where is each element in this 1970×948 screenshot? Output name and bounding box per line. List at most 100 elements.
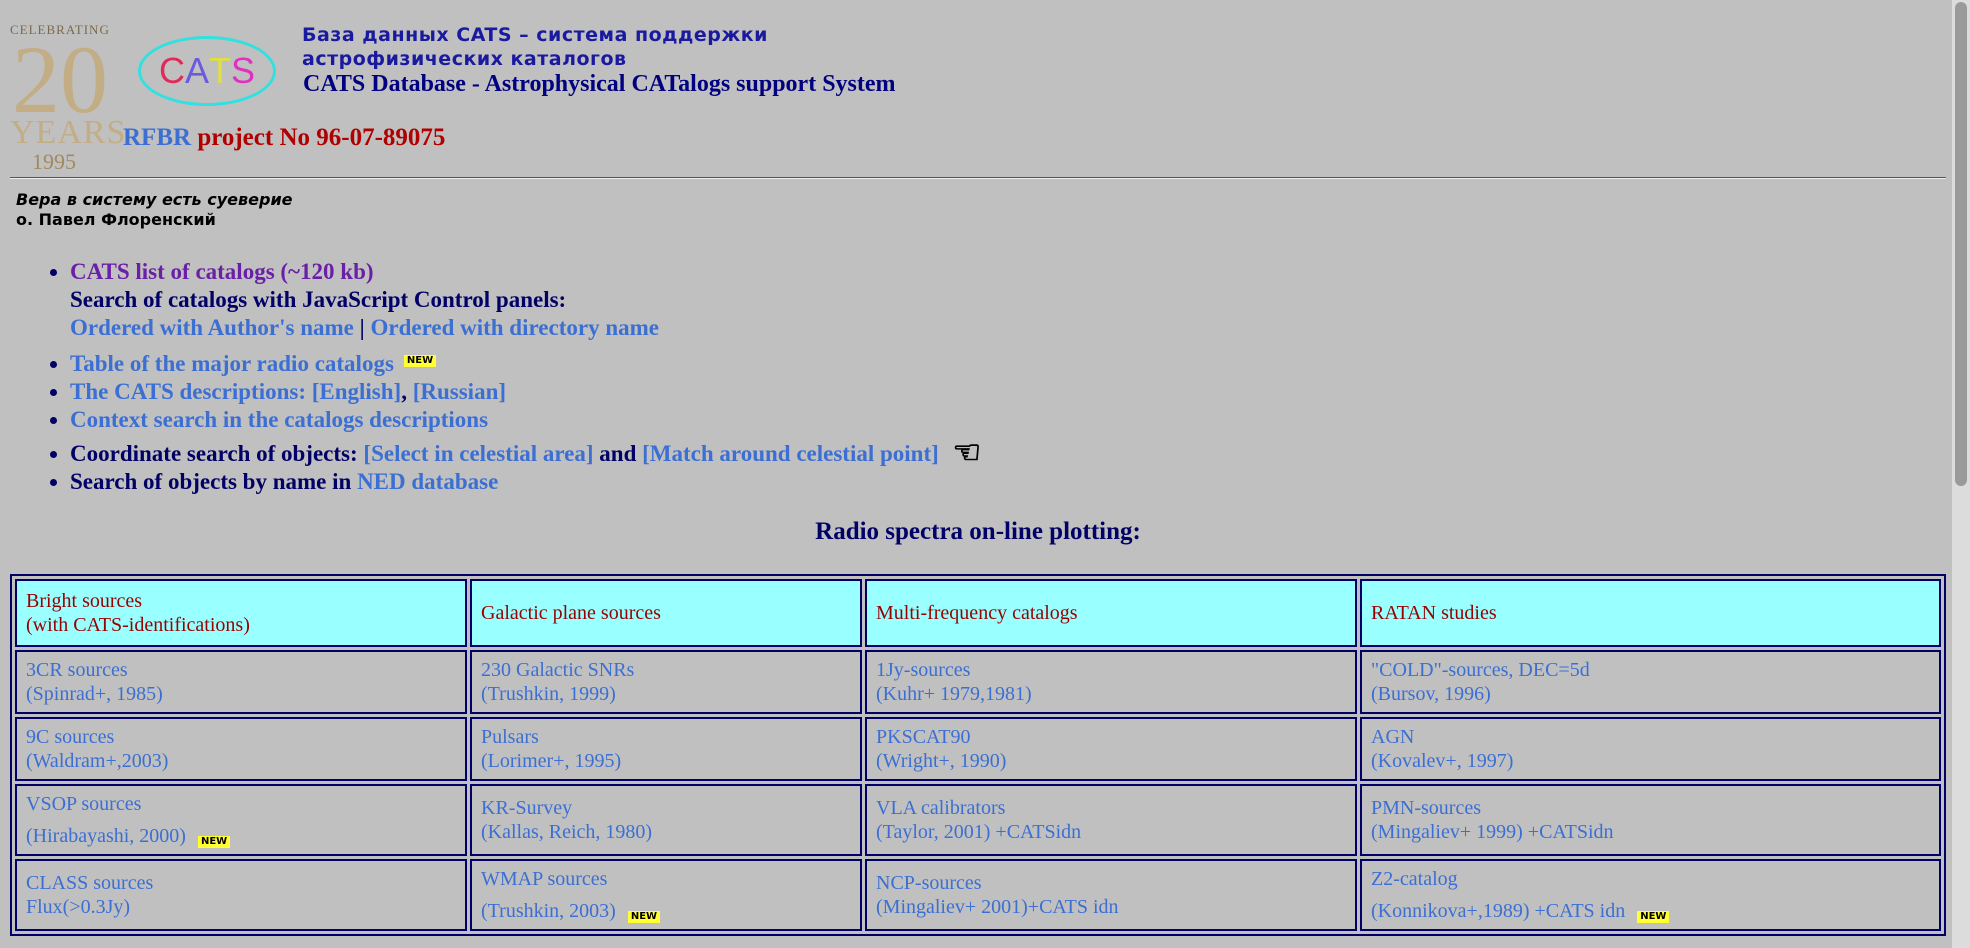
cell-link[interactable]: (Kuhr+ 1979,1981) [876, 683, 1032, 705]
table-row: CLASS sources Flux(>0.3Jy) WMAP sources (T… [15, 859, 1941, 931]
cats-logo-letter-c: C [158, 50, 185, 91]
header-line: Galactic plane sources [481, 602, 661, 624]
table-cell[interactable]: AGN (Kovalev+, 1997) [1360, 717, 1941, 781]
new-badge-icon: NEW [403, 355, 437, 367]
table-cell[interactable]: 3CR sources (Spinrad+, 1985) [15, 650, 467, 714]
cell-link[interactable]: PMN-sources [1371, 797, 1481, 819]
russian-title-line1: База данных CATS – система поддержки [302, 24, 768, 46]
cell-link[interactable]: (Trushkin, 2003) [481, 900, 616, 922]
table-header-row: Bright sources (with CATS-identifications… [15, 579, 1941, 647]
cell-link[interactable]: VLA calibrators [876, 797, 1005, 819]
cats-logo[interactable]: CATS [138, 36, 276, 106]
cell-link[interactable]: VSOP sources [26, 793, 141, 815]
table-row: VSOP sources (Hirabayashi, 2000) NEW KR-Su… [15, 784, 1941, 856]
cell-link[interactable]: 3CR sources [26, 659, 128, 681]
header-line: Multi-frequency catalogs [876, 602, 1078, 624]
cats-logo-letter-s: S [231, 50, 256, 91]
cell-link[interactable]: KR-Survey [481, 797, 572, 819]
menu-item-coordinate-search: Coordinate search of objects: [Select in… [70, 434, 1470, 470]
table-cell[interactable]: 230 Galactic SNRs (Trushkin, 1999) [470, 650, 862, 714]
logo-years-text: YEARS [10, 114, 127, 151]
cell-link[interactable]: "COLD"-sources, DEC=5d [1371, 659, 1590, 681]
english-title: CATS Database - Astrophysical CATalogs s… [303, 71, 896, 97]
cell-link[interactable]: (Taylor, 2001) +CATSidn [876, 821, 1081, 843]
ordered-directory-link[interactable]: Ordered with directory name [370, 315, 659, 340]
russian-title: База данных CATS – система поддержки аст… [302, 23, 768, 71]
separator: | [359, 315, 365, 340]
cell-link[interactable]: WMAP sources [481, 868, 607, 890]
header-divider [10, 177, 1946, 179]
logo-year: 1995 [32, 149, 76, 174]
table-cell[interactable]: VLA calibrators (Taylor, 2001) +CATSidn [865, 784, 1357, 856]
ned-database-link[interactable]: NED database [357, 469, 498, 494]
cell-link[interactable]: 9C sources [26, 726, 114, 748]
cell-link[interactable]: PKSCAT90 [876, 726, 970, 748]
table-cell[interactable]: WMAP sources (Trushkin, 2003) NEW [470, 859, 862, 931]
cell-link[interactable]: (Kovalev+, 1997) [1371, 750, 1513, 772]
cell-link[interactable]: 230 Galactic SNRs [481, 659, 634, 681]
cell-link[interactable]: (Trushkin, 1999) [481, 683, 616, 705]
table-cell[interactable]: 9C sources (Waldram+,2003) [15, 717, 467, 781]
cell-link[interactable]: NCP-sources [876, 872, 982, 894]
menu-item-major-radio: Table of the major radio catalogs NEW [70, 350, 1470, 378]
table-cell[interactable]: 1Jy-sources (Kuhr+ 1979,1981) [865, 650, 1357, 714]
cell-link[interactable]: (Wright+, 1990) [876, 750, 1006, 772]
russian-descriptions-link[interactable]: [Russian] [413, 379, 506, 404]
cell-link[interactable]: Flux(>0.3Jy) [26, 896, 130, 918]
header-line: RATAN studies [1371, 602, 1497, 624]
cell-link[interactable]: 1Jy-sources [876, 659, 970, 681]
catalog-list-link[interactable]: CATS list of catalogs (~120 kb) [70, 259, 374, 284]
context-search-link[interactable]: Context search in the catalogs descripti… [70, 407, 488, 432]
rfbr-project-line: RFBR project No 96-07-89075 [123, 124, 445, 152]
radio-spectra-table: Bright sources (with CATS-identifications… [10, 574, 1946, 936]
new-badge-icon: NEW [197, 836, 231, 848]
table-cell[interactable]: KR-Survey (Kallas, Reich, 1980) [470, 784, 862, 856]
match-point-link[interactable]: [Match around celestial point] [642, 441, 939, 466]
cell-link[interactable]: (Lorimer+, 1995) [481, 750, 621, 772]
table-cell[interactable]: VSOP sources (Hirabayashi, 2000) NEW [15, 784, 467, 856]
major-radio-catalogs-link[interactable]: Table of the major radio catalogs [70, 351, 394, 376]
table-cell[interactable]: PMN-sources (Mingaliev+ 1999) +CATSidn [1360, 784, 1941, 856]
comma: , [401, 379, 407, 404]
cats-logo-letter-a: A [184, 50, 209, 91]
cell-link[interactable]: (Konnikova+,1989) +CATS idn [1371, 900, 1625, 922]
header-line: (with CATS-identifications) [26, 614, 250, 636]
table-header-cell: Multi-frequency catalogs [865, 579, 1357, 647]
pointing-hand-icon: ☜ [952, 434, 982, 470]
english-descriptions-link[interactable]: The CATS descriptions: [English] [70, 379, 401, 404]
table-row: 9C sources (Waldram+,2003) Pulsars (Lorime… [15, 717, 1941, 781]
vertical-scrollbar[interactable] [1952, 0, 1970, 948]
cell-link[interactable]: Z2-catalog [1371, 868, 1458, 890]
scrollbar-thumb[interactable] [1955, 2, 1967, 486]
epigraph-author: о. Павел Флоренский [16, 210, 216, 229]
table-cell[interactable]: Z2-catalog (Konnikova+,1989) +CATS idn NEW [1360, 859, 1941, 931]
table-cell[interactable]: Pulsars (Lorimer+, 1995) [470, 717, 862, 781]
cell-link[interactable]: CLASS sources [26, 872, 153, 894]
table-cell[interactable]: PKSCAT90 (Wright+, 1990) [865, 717, 1357, 781]
cell-link[interactable]: (Mingaliev+ 2001)+CATS idn [876, 896, 1119, 918]
table-cell[interactable]: CLASS sources Flux(>0.3Jy) [15, 859, 467, 931]
cell-link[interactable]: Pulsars [481, 726, 539, 748]
select-area-link[interactable]: [Select in celestial area] [363, 441, 593, 466]
cell-link[interactable]: (Bursov, 1996) [1371, 683, 1491, 705]
table-row: 3CR sources (Spinrad+, 1985) 230 Galactic… [15, 650, 1941, 714]
menu-item-name-search: Search of objects by name in NED databas… [70, 468, 1470, 496]
table-header-cell: Galactic plane sources [470, 579, 862, 647]
new-badge-icon: NEW [1637, 911, 1670, 923]
cell-link[interactable]: (Kallas, Reich, 1980) [481, 821, 652, 843]
cell-link[interactable]: (Waldram+,2003) [26, 750, 168, 772]
cell-link[interactable]: AGN [1371, 726, 1414, 748]
table-header-cell: RATAN studies [1360, 579, 1941, 647]
search-catalogs-text: Search of catalogs with JavaScript Contr… [70, 287, 567, 312]
cell-link[interactable]: (Hirabayashi, 2000) [26, 825, 186, 847]
rfbr-link[interactable]: RFBR [123, 124, 191, 151]
table-cell[interactable]: "COLD"-sources, DEC=5d (Bursov, 1996) [1360, 650, 1941, 714]
menu-item-descriptions: The CATS descriptions: [English], [Russi… [70, 378, 1470, 406]
menu-item-catalog-list: CATS list of catalogs (~120 kb) Search o… [70, 258, 1470, 342]
ordered-author-link[interactable]: Ordered with Author's name [70, 315, 354, 340]
cats-logo-letter-t: T [209, 50, 231, 91]
table-cell[interactable]: NCP-sources (Mingaliev+ 2001)+CATS idn [865, 859, 1357, 931]
main-menu: CATS list of catalogs (~120 kb) Search o… [42, 258, 1470, 496]
cell-link[interactable]: (Spinrad+, 1985) [26, 683, 163, 705]
cell-link[interactable]: (Mingaliev+ 1999) +CATSidn [1371, 821, 1614, 843]
